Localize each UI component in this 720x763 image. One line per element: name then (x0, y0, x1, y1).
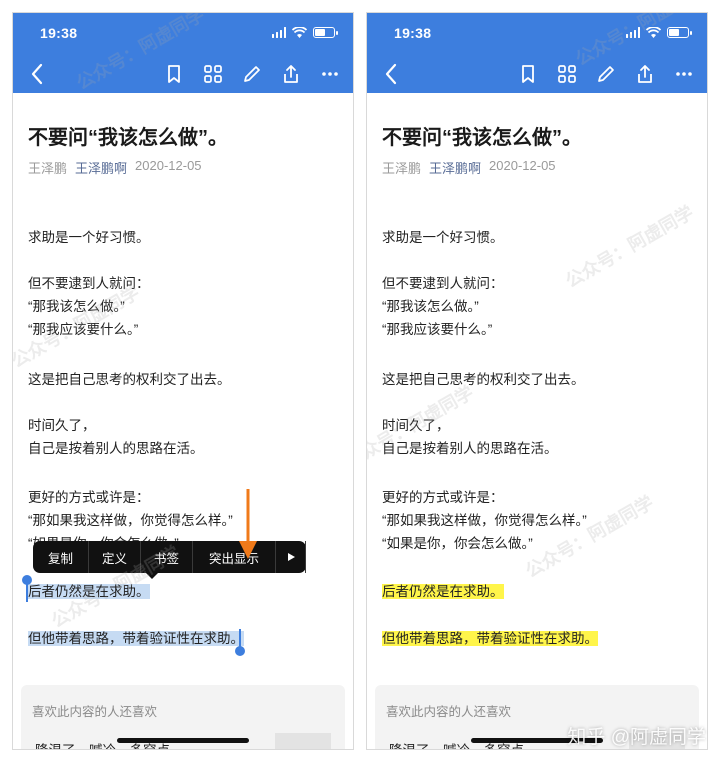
share-button[interactable] (278, 61, 304, 87)
menu-bookmark[interactable]: 书签 (141, 541, 193, 573)
highlighted-paragraph[interactable]: 后者仍然是在求助。 (382, 580, 504, 603)
edit-button[interactable] (239, 61, 265, 87)
recommend-title: 喜欢此内容的人还喜欢 (32, 705, 158, 719)
highlighted-paragraph[interactable]: 但他带着思路，带着验证性在求助。 (382, 627, 598, 650)
back-chevron-icon (31, 63, 43, 85)
pencil-icon (598, 66, 614, 82)
article-paragraph: 但不要逮到人就问： “那我该怎么做。” “那我应该要什么。” (382, 276, 504, 337)
selected-paragraph[interactable]: 但他带着思路，带着验证性在求助。 (28, 627, 244, 650)
article-paragraph: 求助是一个好习惯。 (382, 230, 504, 245)
edit-button[interactable] (593, 61, 619, 87)
selection-start-knob[interactable] (22, 575, 32, 585)
more-button[interactable] (317, 61, 343, 87)
menu-more-button[interactable] (276, 541, 306, 573)
menu-highlight[interactable]: 突出显示 (193, 541, 276, 573)
article-paragraph: 时间久了， 自己是按着别人的思路在活。 (382, 418, 558, 456)
back-button[interactable] (379, 61, 405, 87)
grid-button[interactable] (200, 61, 226, 87)
article-meta: 王泽鹏 王泽鹏啊 2020-12-05 (382, 158, 556, 177)
wechat-watermark: 公众号：阿虚同学 (562, 202, 697, 292)
more-dots-icon (676, 72, 692, 76)
article-paragraph: 这是把自己思考的权利交了出去。 (28, 372, 231, 387)
selection-end-knob[interactable] (235, 646, 245, 656)
battery-icon (667, 27, 692, 38)
publish-date: 2020-12-05 (489, 158, 556, 173)
status-icons (625, 27, 692, 38)
app-header: 19:38 (367, 13, 707, 93)
menu-define[interactable]: 定义 (89, 541, 141, 573)
recommend-thumbnail[interactable] (275, 733, 331, 749)
share-icon (638, 65, 652, 83)
article-meta: 王泽鹏 王泽鹏啊 2020-12-05 (28, 158, 202, 177)
bookmark-button[interactable] (515, 61, 541, 87)
article-paragraph: 更好的方式或许是：“那如果我这样做，你觉得怎么样。”“如果是你，你会怎么做。” (382, 490, 587, 551)
menu-copy[interactable]: 复制 (33, 541, 89, 573)
share-button[interactable] (632, 61, 658, 87)
battery-icon (313, 27, 338, 38)
text-context-menu: 复制 定义 书签 突出显示 (33, 541, 306, 579)
pencil-icon (244, 66, 260, 82)
zhihu-watermark: 知乎 @阿虚同学 (567, 727, 706, 748)
account-link[interactable]: 王泽鹏啊 (75, 158, 127, 177)
status-bar: 19:38 (367, 23, 707, 47)
grid-icon (204, 65, 222, 83)
nav-bar (13, 59, 353, 89)
status-icons (271, 27, 338, 38)
selection-start-handle[interactable] (26, 582, 28, 602)
status-time: 19:38 (40, 25, 78, 41)
wifi-icon (646, 27, 661, 38)
nav-bar (367, 59, 707, 89)
signal-icon (625, 27, 640, 38)
more-button[interactable] (671, 61, 697, 87)
share-icon (284, 65, 298, 83)
article-paragraph: 但不要逮到人就问： “那我该怎么做。” “那我应该要什么。” (28, 276, 150, 337)
author-name: 王泽鹏 (382, 161, 422, 176)
signal-icon (271, 27, 286, 38)
article-paragraph: 时间久了， 自己是按着别人的思路在活。 (28, 418, 204, 456)
status-bar: 19:38 (13, 23, 353, 47)
grid-icon (558, 65, 576, 83)
article-title: 不要问“我该怎么做”。 (382, 127, 582, 149)
back-chevron-icon (385, 63, 397, 85)
back-button[interactable] (25, 61, 51, 87)
recommend-title: 喜欢此内容的人还喜欢 (386, 705, 512, 719)
status-time: 19:38 (394, 25, 432, 41)
publish-date: 2020-12-05 (135, 158, 202, 173)
app-header: 19:38 (13, 13, 353, 93)
author-name: 王泽鹏 (28, 161, 68, 176)
more-dots-icon (322, 72, 338, 76)
home-indicator[interactable] (117, 738, 249, 743)
bookmark-button[interactable] (161, 61, 187, 87)
selected-paragraph[interactable]: 后者仍然是在求助。 (28, 580, 150, 603)
play-triangle-icon (287, 553, 295, 561)
article-paragraph: 这是把自己思考的权利交了出去。 (382, 372, 585, 387)
menu-pointer (146, 573, 158, 579)
bookmark-icon (168, 65, 180, 83)
left-phone-screen: 19:38 不要问“我该怎么做”。 王泽鹏 王泽鹏啊 2020-12-05 求助… (12, 12, 354, 750)
grid-button[interactable] (554, 61, 580, 87)
right-phone-screen: 19:38 不要问“我该怎么做”。 王泽鹏 王泽鹏啊 2020-12-05 求助… (366, 12, 708, 750)
article-title: 不要问“我该怎么做”。 (28, 127, 228, 149)
article-paragraph: 求助是一个好习惯。 (28, 230, 150, 245)
bookmark-icon (522, 65, 534, 83)
wifi-icon (292, 27, 307, 38)
account-link[interactable]: 王泽鹏啊 (429, 158, 481, 177)
annotation-arrow-icon (239, 489, 257, 559)
